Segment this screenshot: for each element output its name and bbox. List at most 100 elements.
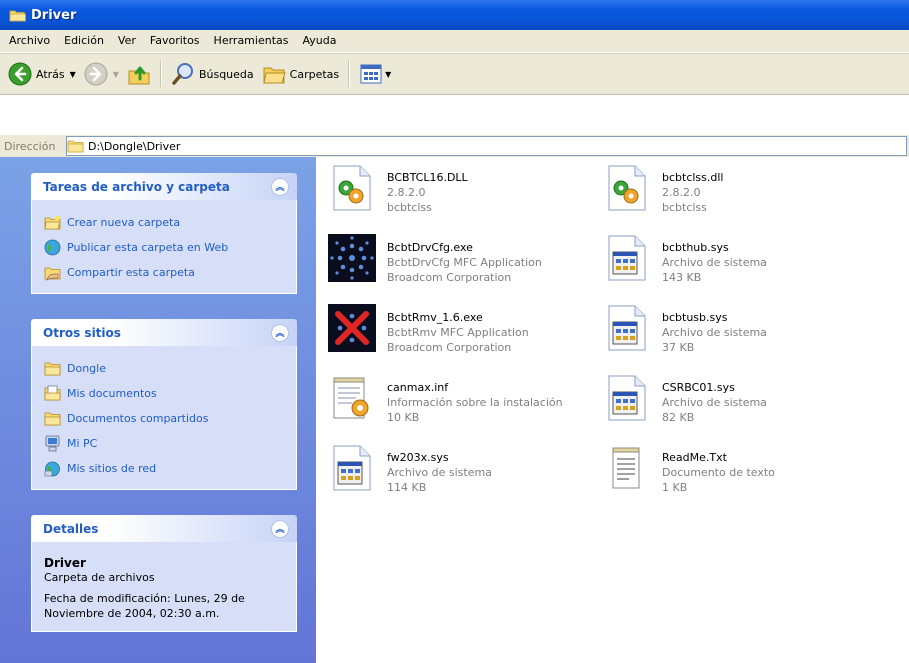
details-modified-cont: Noviembre de 2004, 02:30 a.m. [44,607,220,620]
window-title: Driver [31,7,77,23]
panel-header[interactable]: Otros sitios ︽ [31,319,297,346]
menu-ayuda[interactable]: Ayuda [295,30,343,52]
panel-title: Tareas de archivo y carpeta [43,179,230,194]
place-my-computer[interactable]: Mi PC [44,431,284,456]
collapse-icon[interactable]: ︽ [271,177,289,196]
details-name: Driver [44,556,86,570]
file-item[interactable]: BCBTCL16.DLL 2.8.2.0 bcbtclss [326,162,468,215]
file-item[interactable]: BcbtRmv_1.6.exe BcbtRmv MFC Application … [326,302,529,355]
folders-button[interactable]: Carpetas [258,58,343,90]
forward-arrow-icon [84,62,108,86]
menu-favoritos[interactable]: Favoritos [143,30,207,52]
file-folder-tasks-panel: Tareas de archivo y carpeta ︽ Crear nuev… [31,173,297,294]
forward-dropdown-icon[interactable]: ▼ [113,70,119,79]
file-name: canmax.inf [387,381,449,394]
file-text: CSRBC01.sys Archivo de sistema 82 KB [662,372,767,425]
address-path: D:\Dongle\Driver [88,139,181,153]
menu-bar: Archivo Edición Ver Favoritos Herramient… [0,30,909,53]
other-places-panel: Otros sitios ︽ Dongle Mis documentos Doc… [31,319,297,490]
file-size: 82 KB [662,411,695,424]
search-button[interactable]: Búsqueda [167,58,258,90]
file-size: 114 KB [387,481,427,494]
file-item[interactable]: fw203x.sys Archivo de sistema 114 KB [326,442,492,495]
file-item[interactable]: bcbtusb.sys Archivo de sistema 37 KB [601,302,767,355]
place-label: Mis sitios de red [67,462,157,475]
menu-herramientas[interactable]: Herramientas [207,30,296,52]
views-button[interactable]: ▼ [355,58,395,90]
remove-app-icon [326,302,378,354]
menu-edicion[interactable]: Edición [57,30,111,52]
place-label: Documentos compartidos [67,412,209,425]
task-share-folder[interactable]: Compartir esta carpeta [44,260,284,285]
file-text: BcbtDrvCfg.exe BcbtDrvCfg MFC Applicatio… [387,232,542,285]
place-dongle[interactable]: Dongle [44,356,284,381]
place-shared-documents[interactable]: Documentos compartidos [44,406,284,431]
file-description: BcbtDrvCfg MFC Application [387,256,542,269]
details-type: Carpeta de archivos [44,571,155,584]
back-button[interactable]: Atrás ▼ [4,58,80,90]
search-icon [172,63,193,85]
title-bar[interactable]: Driver [0,0,909,30]
task-label: Crear nueva carpeta [67,216,181,229]
place-my-documents[interactable]: Mis documentos [44,381,284,406]
panel-body: Crear nueva carpeta Publicar esta carpet… [31,200,297,294]
file-item[interactable]: BcbtDrvCfg.exe BcbtDrvCfg MFC Applicatio… [326,232,542,285]
file-item[interactable]: bcbthub.sys Archivo de sistema 143 KB [601,232,767,285]
up-folder-icon [128,66,150,85]
file-version: 2.8.2.0 [662,186,701,199]
file-text: BcbtRmv_1.6.exe BcbtRmv MFC Application … [387,302,529,355]
file-list: BCBTCL16.DLL 2.8.2.0 bcbtclss bcbtclss.d… [316,157,909,663]
file-text: ReadMe.Txt Documento de texto 1 KB [662,442,775,495]
back-dropdown-icon[interactable]: ▼ [70,70,76,79]
file-type: Archivo de sistema [662,326,767,339]
address-field[interactable]: D:\Dongle\Driver [66,136,907,156]
file-name: ReadMe.Txt [662,451,727,464]
task-label: Publicar esta carpeta en Web [67,241,229,254]
place-network[interactable]: Mis sitios de red [44,456,284,481]
system-file-icon [326,442,378,494]
file-size: 10 KB [387,411,420,424]
file-text: bcbthub.sys Archivo de sistema 143 KB [662,232,767,285]
file-size: 143 KB [662,271,702,284]
file-item[interactable]: ReadMe.Txt Documento de texto 1 KB [601,442,775,495]
file-item[interactable]: bcbtclss.dll 2.8.2.0 bcbtclss [601,162,723,215]
file-text: canmax.inf Información sobre la instalac… [387,372,563,425]
file-type: Archivo de sistema [662,256,767,269]
task-publish-web[interactable]: Publicar esta carpeta en Web [44,235,284,260]
panel-title: Otros sitios [43,325,121,340]
file-text: bcbtclss.dll 2.8.2.0 bcbtclss [662,162,723,215]
panel-header[interactable]: Tareas de archivo y carpeta ︽ [31,173,297,200]
file-description: bcbtclss [662,201,707,214]
file-text: fw203x.sys Archivo de sistema 114 KB [387,442,492,495]
folders-icon [263,67,286,84]
task-new-folder[interactable]: Crear nueva carpeta [44,210,284,235]
details-modified: Fecha de modificación: Lunes, 29 de [44,592,245,605]
collapse-icon[interactable]: ︽ [271,323,289,342]
menu-ver[interactable]: Ver [111,30,143,52]
file-item[interactable]: CSRBC01.sys Archivo de sistema 82 KB [601,372,767,425]
file-size: 37 KB [662,341,695,354]
address-label: Dirección [4,139,56,153]
file-description: BcbtRmv MFC Application [387,326,529,339]
file-name: bcbtclss.dll [662,171,724,184]
folder-icon [9,9,26,22]
file-type: Información sobre la instalación [387,396,563,409]
file-description: bcbtclss [387,201,432,214]
file-type: Documento de texto [662,466,775,479]
publish-web-icon [44,239,61,256]
collapse-icon[interactable]: ︽ [271,519,289,538]
system-file-icon [601,302,653,354]
toolbar-separator [348,61,351,87]
panel-header[interactable]: Detalles ︽ [31,515,297,542]
views-dropdown-icon[interactable]: ▼ [385,70,391,79]
task-pane: Tareas de archivo y carpeta ︽ Crear nuev… [0,157,316,663]
up-folder-button[interactable] [123,58,155,90]
back-arrow-icon [8,62,32,86]
network-places-icon [44,460,61,477]
forward-button[interactable]: ▼ [80,58,123,90]
file-company: Broadcom Corporation [387,341,512,354]
file-item[interactable]: canmax.inf Información sobre la instalac… [326,372,563,425]
file-name: fw203x.sys [387,451,449,464]
folder-icon [67,140,84,153]
menu-archivo[interactable]: Archivo [0,30,57,52]
